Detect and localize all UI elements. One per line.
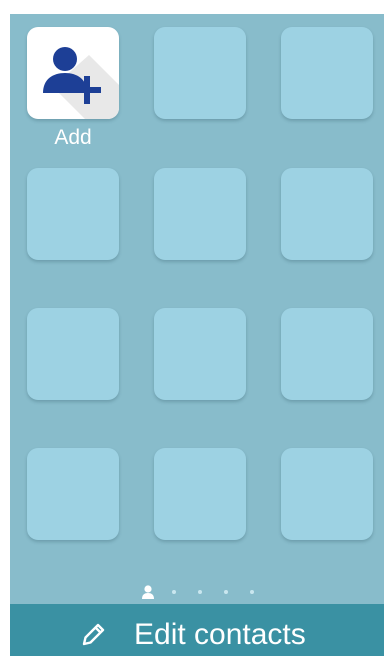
contact-slot[interactable]	[154, 308, 246, 400]
contact-slot[interactable]	[281, 308, 373, 400]
page-indicator	[10, 580, 384, 604]
contact-slot[interactable]	[27, 448, 119, 540]
contact-slot[interactable]	[154, 168, 246, 260]
page-dot[interactable]	[224, 590, 228, 594]
page-dot[interactable]	[250, 590, 254, 594]
contact-slot[interactable]	[281, 168, 373, 260]
pencil-icon	[82, 623, 105, 646]
edit-contacts-label: Edit contacts	[134, 618, 306, 651]
edit-contacts-button[interactable]: Edit contacts	[10, 604, 384, 656]
contact-slot[interactable]	[154, 27, 246, 119]
contacts-widget: Add Edit contacts	[10, 14, 384, 656]
add-tile-label: Add	[54, 126, 92, 149]
contact-slot[interactable]	[281, 27, 373, 119]
contact-slot[interactable]	[27, 308, 119, 400]
add-contact-tile[interactable]	[27, 27, 119, 119]
person-icon[interactable]	[141, 584, 155, 600]
contact-slot[interactable]	[154, 448, 246, 540]
add-contact-icon	[43, 47, 119, 119]
contact-slot[interactable]	[27, 168, 119, 260]
page-dot[interactable]	[172, 590, 176, 594]
contact-slot[interactable]	[281, 448, 373, 540]
page-dot[interactable]	[198, 590, 202, 594]
